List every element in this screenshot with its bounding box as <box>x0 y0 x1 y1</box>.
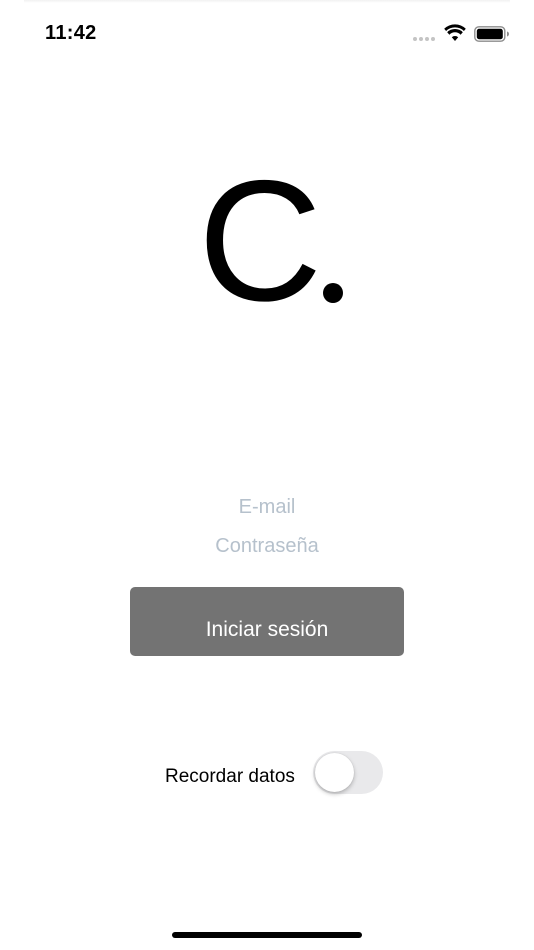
status-bar: 11:42 <box>0 0 534 60</box>
app-logo: C <box>0 150 534 320</box>
email-field[interactable] <box>130 490 404 524</box>
remember-data-label: Recordar datos <box>165 766 295 787</box>
wifi-icon <box>444 24 466 41</box>
remember-data-row: Recordar datos <box>0 751 534 795</box>
logo-letter: C <box>198 150 322 320</box>
toggle-knob <box>315 753 354 792</box>
cellular-signal-icon <box>413 37 435 41</box>
login-screen: 11:42 C Iniciar sesión Recordar datos <box>0 0 534 950</box>
password-field[interactable] <box>130 529 404 563</box>
logo-dot <box>323 283 343 303</box>
login-button[interactable]: Iniciar sesión <box>130 587 404 656</box>
home-indicator[interactable] <box>172 932 362 938</box>
battery-icon <box>474 26 509 42</box>
status-time: 11:42 <box>45 22 97 44</box>
remember-data-toggle[interactable] <box>313 751 383 794</box>
